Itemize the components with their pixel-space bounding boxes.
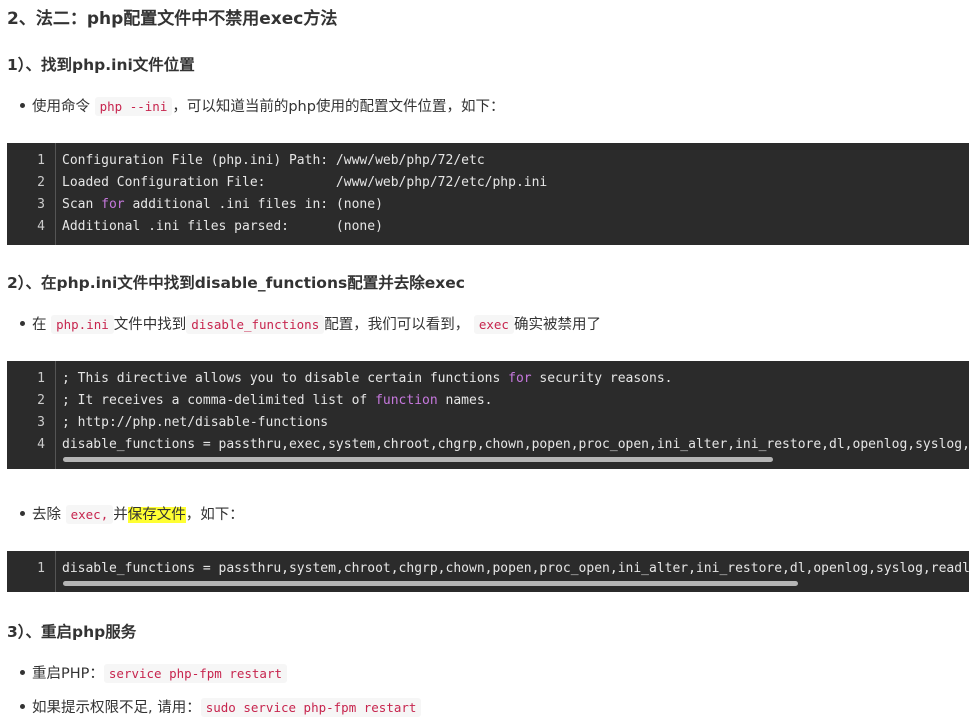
code-text: ; http://php.net/disable-functions: [62, 415, 329, 430]
bullet-dot-icon: [20, 510, 25, 516]
list-item: 使用命令 php --ini ，可以知道当前的php使用的配置文件位置，如下：: [20, 95, 504, 116]
bullet-dot-icon: [20, 669, 25, 675]
bullet-dot-icon: [20, 703, 25, 709]
section-heading-2: 2）、在php.ini文件中找到disable_functions配置并去除ex…: [7, 274, 465, 292]
inline-code: disable_functions: [186, 315, 325, 334]
list-item: 在 php.ini 文件中找到 disable_functions 配置，我们可以看到…: [20, 313, 601, 334]
inline-code: sudo service php-fpm restart: [200, 698, 422, 717]
line-number: 4: [37, 219, 45, 234]
bullet-dot-icon: [20, 102, 25, 108]
code-line: 1 Configuration File (php.ini) Path: /www…: [7, 150, 969, 172]
horizontal-scrollbar[interactable]: [63, 457, 773, 462]
code-line: 3 ; http://php.net/disable-functions: [7, 412, 969, 434]
code-text: Loaded Configuration File: /www/web/php/…: [62, 175, 548, 190]
bullet-dot-icon: [20, 320, 25, 326]
inline-code: php.ini: [51, 315, 114, 334]
line-number: 1: [37, 561, 45, 576]
code-line: 2 ; It receives a comma-delimited list of…: [7, 390, 969, 412]
code-line: 4 disable_functions = passthru,exec,syste…: [7, 434, 969, 456]
inline-code: exec: [473, 315, 514, 334]
code-block: 1 ; This directive allows you to disable …: [7, 361, 969, 469]
code-text: Scan for additional .ini files in: (none…: [62, 197, 383, 212]
code-block: 1 disable_functions = passthru,system,chr…: [7, 551, 969, 592]
code-line: 2 Loaded Configuration File: /www/web/php…: [7, 172, 969, 194]
text: 使用命令: [32, 99, 90, 115]
code-text: disable_functions = passthru,exec,system…: [62, 437, 969, 452]
code-text: Additional .ini files parsed: (none): [62, 219, 383, 234]
code-line: 1 ; This directive allows you to disable …: [7, 368, 969, 390]
list-item: 重启PHP： service php-fpm restart: [20, 662, 287, 683]
horizontal-scrollbar[interactable]: [63, 581, 798, 586]
code-line: 4 Additional .ini files parsed: (none): [7, 216, 969, 238]
highlighted-text: 保存文件: [127, 507, 186, 523]
line-number: 4: [37, 437, 45, 452]
list-item: 如果提示权限不足, 请用： sudo service php-fpm restar…: [20, 696, 422, 717]
text: ，可以知道当前的php使用的配置文件位置，如下：: [172, 99, 505, 115]
section-heading-1: 1）、找到php.ini文件位置: [7, 56, 195, 74]
line-number: 1: [37, 153, 45, 168]
inline-code: service php-fpm restart: [103, 664, 287, 683]
inline-code: php --ini: [94, 97, 173, 116]
list-item: 去除 exec, 并保存文件，如下：: [20, 503, 244, 524]
page-title: 2、法二：php配置文件中不禁用exec方法: [7, 9, 338, 29]
line-number: 2: [37, 175, 45, 190]
code-line: 1 disable_functions = passthru,system,chr…: [7, 558, 969, 580]
code-text: ; It receives a comma-delimited list of …: [62, 393, 493, 408]
line-number: 3: [37, 197, 45, 212]
code-text: Configuration File (php.ini) Path: /www/…: [62, 153, 485, 168]
code-block: 1 Configuration File (php.ini) Path: /www…: [7, 143, 969, 245]
inline-code: exec,: [65, 505, 114, 524]
line-number: 2: [37, 393, 45, 408]
code-text: disable_functions = passthru,system,chro…: [62, 561, 969, 576]
code-line: 3 Scan for additional .ini files in: (non…: [7, 194, 969, 216]
line-number: 1: [37, 371, 45, 386]
line-number: 3: [37, 415, 45, 430]
code-text: ; This directive allows you to disable c…: [62, 371, 673, 386]
section-heading-3: 3）、重启php服务: [7, 623, 137, 641]
